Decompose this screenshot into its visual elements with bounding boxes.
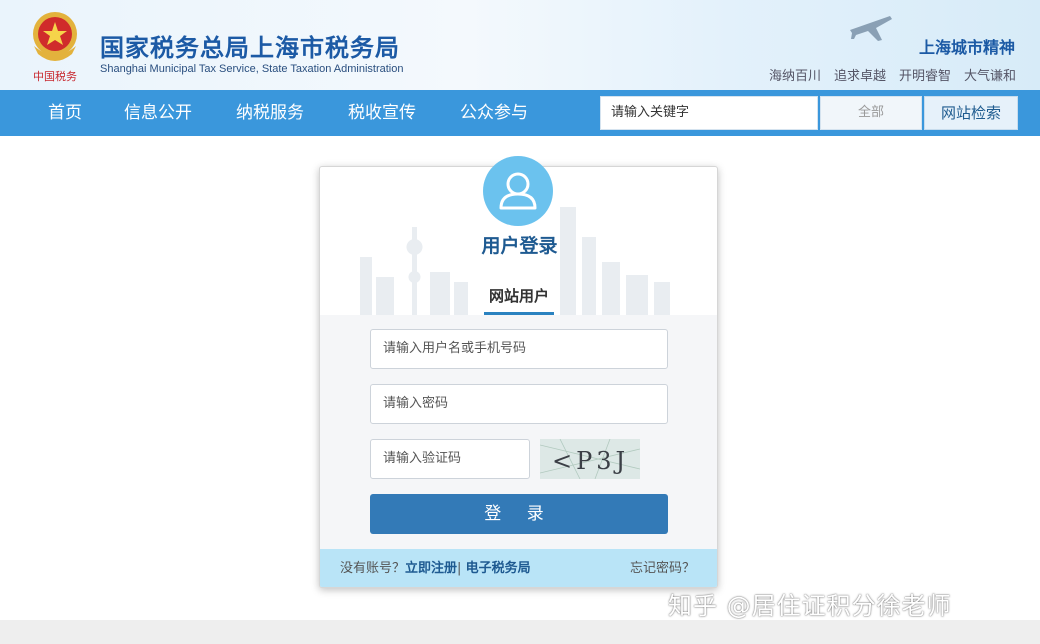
login-card: 用户登录 网站用户 请输入用户名或手机号码 请输入密码 请输入验证码 <P3J … xyxy=(319,166,718,588)
password-input[interactable]: 请输入密码 xyxy=(370,384,668,424)
city-spirit-title: 上海城市精神 xyxy=(918,38,1015,57)
captcha-image[interactable]: <P3J xyxy=(540,439,640,479)
site-search-input[interactable]: 请输入关键字 xyxy=(600,96,818,130)
tab-website-user[interactable]: 网站用户 xyxy=(484,285,554,315)
tax-emblem-icon: 中国税务 xyxy=(33,12,77,83)
spirit-word: 大气谦和 xyxy=(963,69,1016,84)
nav-item-public[interactable]: 公众参与 xyxy=(460,90,528,136)
nav-item-home[interactable]: 首页 xyxy=(48,90,82,136)
site-subtitle: Shanghai Municipal Tax Service, State Ta… xyxy=(100,63,404,75)
footer-links: 没有账号？立即注册| 电子税务局 xyxy=(340,549,531,587)
airplane-icon xyxy=(850,16,892,41)
e-tax-bureau-link[interactable]: 电子税务局 xyxy=(466,561,531,576)
site-search-button[interactable]: 网站检索 xyxy=(924,96,1018,130)
spirit-word: 海纳百川 xyxy=(768,69,821,84)
page-footer-strip xyxy=(0,620,1040,644)
watermark-text: 知乎 @居住证积分徐老师 xyxy=(668,592,952,620)
login-button[interactable]: 登 录 xyxy=(370,494,668,534)
user-icon xyxy=(499,172,537,210)
nav-item-tax-promotion[interactable]: 税收宣传 xyxy=(348,90,416,136)
forgot-password-link[interactable]: 忘记密码？ xyxy=(630,549,695,587)
register-link[interactable]: 立即注册 xyxy=(405,561,457,576)
user-avatar xyxy=(483,156,553,226)
search-scope-select[interactable]: 全部 xyxy=(820,96,922,130)
login-title: 用户登录 xyxy=(481,235,558,257)
username-input[interactable]: 请输入用户名或手机号码 xyxy=(370,329,668,369)
login-card-footer: 没有账号？立即注册| 电子税务局 忘记密码？ xyxy=(320,549,717,587)
site-header: 中国税务 国家税务总局上海市税务局 Shanghai Municipal Tax… xyxy=(0,0,1040,90)
captcha-input[interactable]: 请输入验证码 xyxy=(370,439,530,479)
spirit-word: 开明睿智 xyxy=(898,69,951,84)
captcha-text: <P3J xyxy=(552,447,629,475)
emblem-text: 中国税务 xyxy=(33,69,77,83)
nav-item-tax-service[interactable]: 纳税服务 xyxy=(236,90,304,136)
link-separator: | xyxy=(457,561,462,576)
nav-item-info[interactable]: 信息公开 xyxy=(124,90,192,136)
spirit-word: 追求卓越 xyxy=(833,69,886,84)
city-spirit-words: 海纳百川 追求卓越 开明睿智 大气谦和 xyxy=(769,65,1016,84)
site-title: 国家税务总局上海市税务局 xyxy=(100,34,400,62)
no-account-text: 没有账号？ xyxy=(340,561,406,576)
